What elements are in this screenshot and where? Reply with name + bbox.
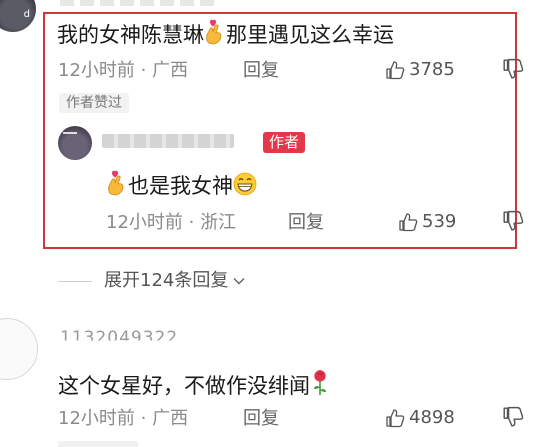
- comment-2-text: 这个女星好，不做作没绯闻: [58, 368, 330, 397]
- comment-thread: d 我的女神陈慧琳 那里遇见这么幸运 12小时前 · 广西 回复 3785 作者…: [0, 0, 560, 447]
- reply-1-text: 也是我女神: [106, 170, 257, 197]
- thumbs-up-icon: [386, 60, 405, 79]
- comment-2-reply-button[interactable]: 回复: [243, 410, 279, 428]
- expand-replies-button[interactable]: 展开124条回复: [58, 272, 246, 290]
- rose-emoji: [314, 370, 326, 395]
- author-liked-badge: 作者赞过: [59, 93, 129, 113]
- comment-1-reply-button[interactable]: 回复: [243, 62, 279, 80]
- thumbs-down-icon[interactable]: [502, 210, 524, 232]
- chevron-down-icon: [233, 277, 245, 285]
- comment-1-time-location: 12小时前 · 广西: [58, 60, 189, 81]
- crossed-fingers-heart-emoji: [108, 170, 124, 196]
- comment-1-like-count: 3785: [409, 59, 455, 80]
- crossed-fingers-heart-emoji: [206, 19, 222, 45]
- expand-replies-label: 展开124条回复: [104, 270, 229, 291]
- thumbs-down-icon[interactable]: [502, 58, 524, 80]
- comment-2-time-location: 12小时前 · 广西: [58, 408, 189, 429]
- comment-1-like-button[interactable]: 3785: [385, 59, 455, 80]
- reply-username-blurred: [102, 134, 234, 148]
- author-tag: 作者: [263, 132, 306, 153]
- comment-2-username[interactable]: 1132049322: [60, 330, 178, 341]
- thumbs-up-icon: [386, 408, 405, 427]
- reply-avatar[interactable]: [58, 126, 92, 160]
- reply-1-like-count: 539: [422, 211, 457, 232]
- previous-comment-fragment: [60, 0, 220, 6]
- thumbs-up-icon: [399, 212, 418, 231]
- grinning-face-emoji: [233, 172, 257, 196]
- expand-divider-line: [58, 280, 92, 282]
- reply-1-time-location: 12小时前 · 浙江: [106, 212, 237, 233]
- comment-2-badge-partial: [58, 441, 138, 447]
- previous-comment-avatar[interactable]: d: [0, 0, 36, 32]
- reply-1-like-button[interactable]: 539: [398, 211, 456, 232]
- thumbs-down-icon[interactable]: [502, 406, 524, 428]
- reply-1-reply-button[interactable]: 回复: [288, 214, 324, 232]
- comment-1-text: 我的女神陈慧琳 那里遇见这么幸运: [57, 19, 394, 46]
- comment-2-like-count: 4898: [409, 407, 455, 428]
- comment-2-avatar[interactable]: [0, 318, 38, 380]
- comment-2-like-button[interactable]: 4898: [385, 407, 455, 428]
